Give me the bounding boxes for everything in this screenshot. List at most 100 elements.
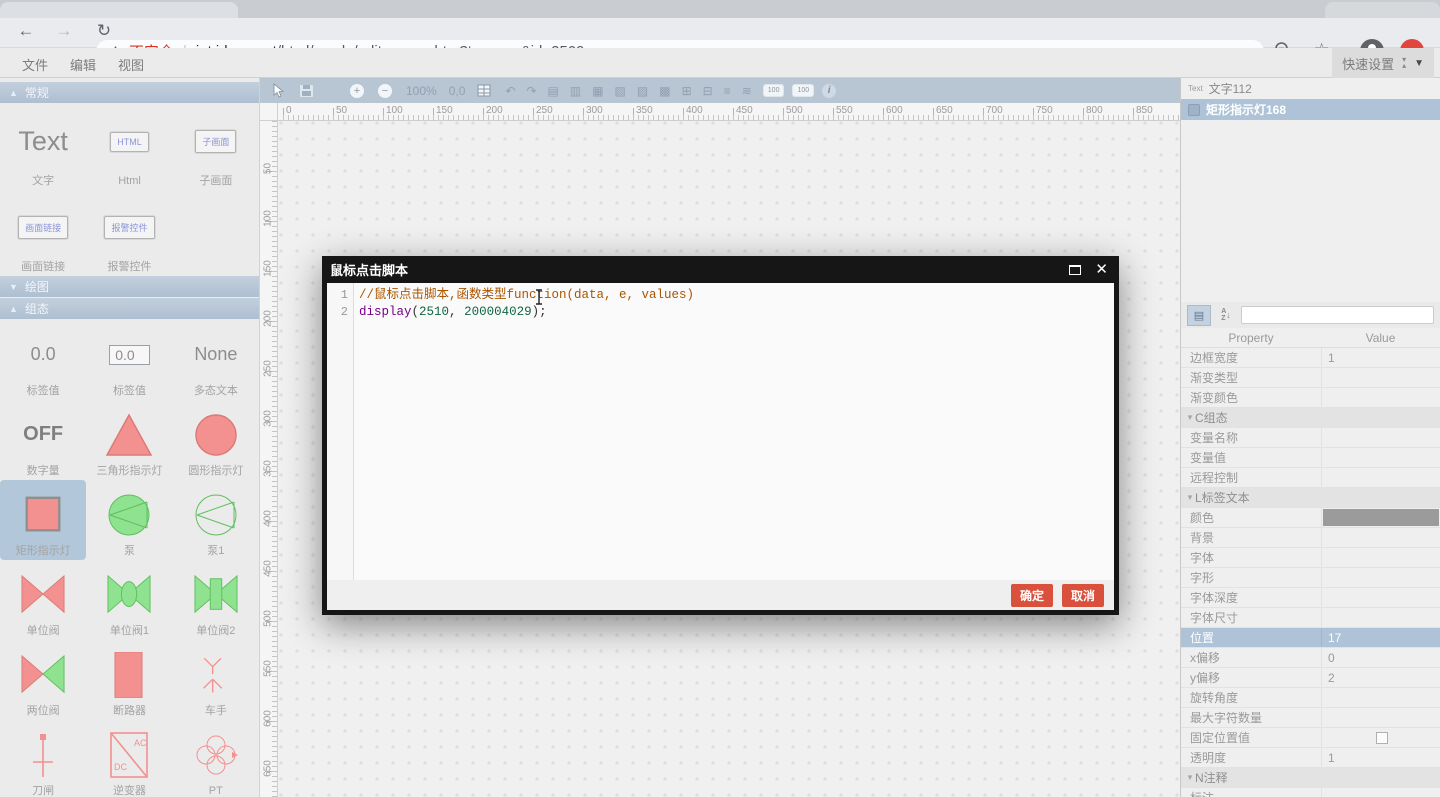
property-row[interactable]: 背景 [1181,528,1440,548]
grid-toggle-icon[interactable] [477,84,491,97]
property-row[interactable]: 远程控制 [1181,468,1440,488]
code-editor[interactable]: 12 //鼠标点击脚本,函数类型function(data, e, values… [327,283,1114,580]
property-row[interactable]: 颜色 [1181,508,1440,528]
info-icon[interactable]: i [822,84,836,98]
property-group-row[interactable]: ▼L标签文本 [1181,488,1440,508]
property-row[interactable]: 渐变颜色 [1181,388,1440,408]
property-value[interactable] [1321,588,1440,607]
property-row[interactable]: y偏移2 [1181,668,1440,688]
browser-tab[interactable] [0,2,238,18]
az-sort-button[interactable]: AZ ↓ [1215,305,1237,326]
property-value[interactable] [1321,368,1440,387]
palette-item[interactable]: None多态文本 [173,320,259,400]
canvas-size-badge[interactable]: 100 [763,84,785,97]
property-value[interactable]: 0 [1321,648,1440,667]
palette-item[interactable]: 画面链接画面链接 [0,190,86,276]
canvas-size-badge[interactable]: 100 [792,84,814,97]
property-value[interactable] [1321,508,1440,527]
palette-item[interactable]: 两位阀 [0,640,86,720]
palette-item[interactable]: 泵1 [173,480,259,560]
object-list-item[interactable]: 矩形指示灯168 [1181,99,1440,120]
property-value[interactable] [1321,688,1440,707]
palette-item[interactable]: HTMLHtml [86,104,172,190]
property-value[interactable] [1321,568,1440,587]
property-value[interactable]: 17 [1321,628,1440,647]
section-header[interactable]: ▼绘图 [0,276,259,297]
property-value[interactable]: 2 [1321,668,1440,687]
property-row[interactable]: 变量值 [1181,448,1440,468]
editor-code[interactable]: //鼠标点击脚本,函数类型function(data, e, values)di… [354,283,1114,580]
property-row[interactable]: 字体尺寸 [1181,608,1440,628]
property-row[interactable]: 变量名称 [1181,428,1440,448]
dialog-title-bar[interactable]: 鼠标点击脚本 ✕ [327,256,1114,283]
close-icon[interactable]: ✕ [1095,262,1108,277]
property-value[interactable] [1321,428,1440,447]
chevron-down-icon[interactable]: ▼ [1414,58,1424,69]
property-row[interactable]: 最大字符数量 [1181,708,1440,728]
property-value[interactable]: 1 [1321,748,1440,767]
property-row[interactable]: x偏移0 [1181,648,1440,668]
forward-icon[interactable]: → [52,21,76,41]
quick-settings[interactable]: 快速设置 ▾▴ ▼ [1332,48,1434,78]
property-value[interactable] [1321,468,1440,487]
property-value[interactable] [1321,528,1440,547]
checkbox[interactable] [1376,732,1388,744]
property-row[interactable]: 字形 [1181,568,1440,588]
property-value[interactable] [1321,388,1440,407]
property-value[interactable] [1321,788,1440,797]
property-row[interactable]: 边框宽度1 [1181,348,1440,368]
property-group-row[interactable]: ▼C组态 [1181,408,1440,428]
save-icon[interactable] [299,84,336,98]
menu-item[interactable]: 视图 [118,55,144,74]
select-cursor-icon[interactable] [272,83,285,98]
back-icon[interactable]: ← [14,21,38,41]
property-value[interactable] [1321,608,1440,627]
palette-item[interactable]: 泵 [86,480,172,560]
object-list-item[interactable]: Text文字112 [1181,78,1440,99]
property-row[interactable]: 旋转角度 [1181,688,1440,708]
zoom-in-icon[interactable]: + [350,84,364,98]
section-header[interactable]: ▲常规 [0,82,259,103]
palette-item[interactable]: 断路器 [86,640,172,720]
cancel-button[interactable]: 取消 [1062,584,1104,607]
palette-item[interactable]: 刀闸 [0,720,86,797]
palette-item[interactable]: OFF数字量 [0,400,86,480]
property-row[interactable]: 字体 [1181,548,1440,568]
categorize-button[interactable]: ▤ [1187,305,1211,326]
palette-item[interactable]: 圆形指示灯 [173,400,259,480]
ok-button[interactable]: 确定 [1011,584,1053,607]
palette-item[interactable]: ACDC逆变器 [86,720,172,797]
property-row[interactable]: 透明度1 [1181,748,1440,768]
zoom-out-icon[interactable]: − [378,84,392,98]
property-value[interactable] [1321,548,1440,567]
palette-item[interactable]: 单位阀 [0,560,86,640]
property-row[interactable]: 标注 [1181,788,1440,797]
palette-item[interactable]: PT [173,720,259,797]
property-filter-input[interactable] [1241,306,1434,324]
property-value[interactable]: 1 [1321,348,1440,367]
color-swatch[interactable] [1323,509,1439,526]
maximize-icon[interactable] [1069,265,1081,275]
palette-item[interactable]: 单位阀2 [173,560,259,640]
property-value[interactable] [1321,448,1440,467]
property-value[interactable] [1321,728,1440,747]
palette-item[interactable]: 单位阀1 [86,560,172,640]
reload-icon[interactable]: ↻ [92,21,116,41]
palette-item[interactable]: 0.0标签值 [0,320,86,400]
menu-item[interactable]: 编辑 [70,55,96,74]
palette-item[interactable]: 车手 [173,640,259,720]
palette-item[interactable]: 子画面子画面 [173,104,259,190]
palette-item[interactable]: 报警控件报警控件 [86,190,172,276]
property-row[interactable]: 渐变类型 [1181,368,1440,388]
property-row[interactable]: 位置17 [1181,628,1440,648]
palette-item[interactable]: Text文字 [0,104,86,190]
property-group-row[interactable]: ▼N注释 [1181,768,1440,788]
palette-item[interactable]: 0.0标签值 [86,320,172,400]
menu-item[interactable]: 文件 [22,55,48,74]
collapse-panels-icon[interactable]: ▾▴ [1402,57,1406,69]
palette-item[interactable]: 三角形指示灯 [86,400,172,480]
property-row[interactable]: 固定位置值 [1181,728,1440,748]
property-value[interactable] [1321,708,1440,727]
section-header[interactable]: ▲组态 [0,298,259,319]
palette-item[interactable]: 矩形指示灯 [0,480,86,560]
